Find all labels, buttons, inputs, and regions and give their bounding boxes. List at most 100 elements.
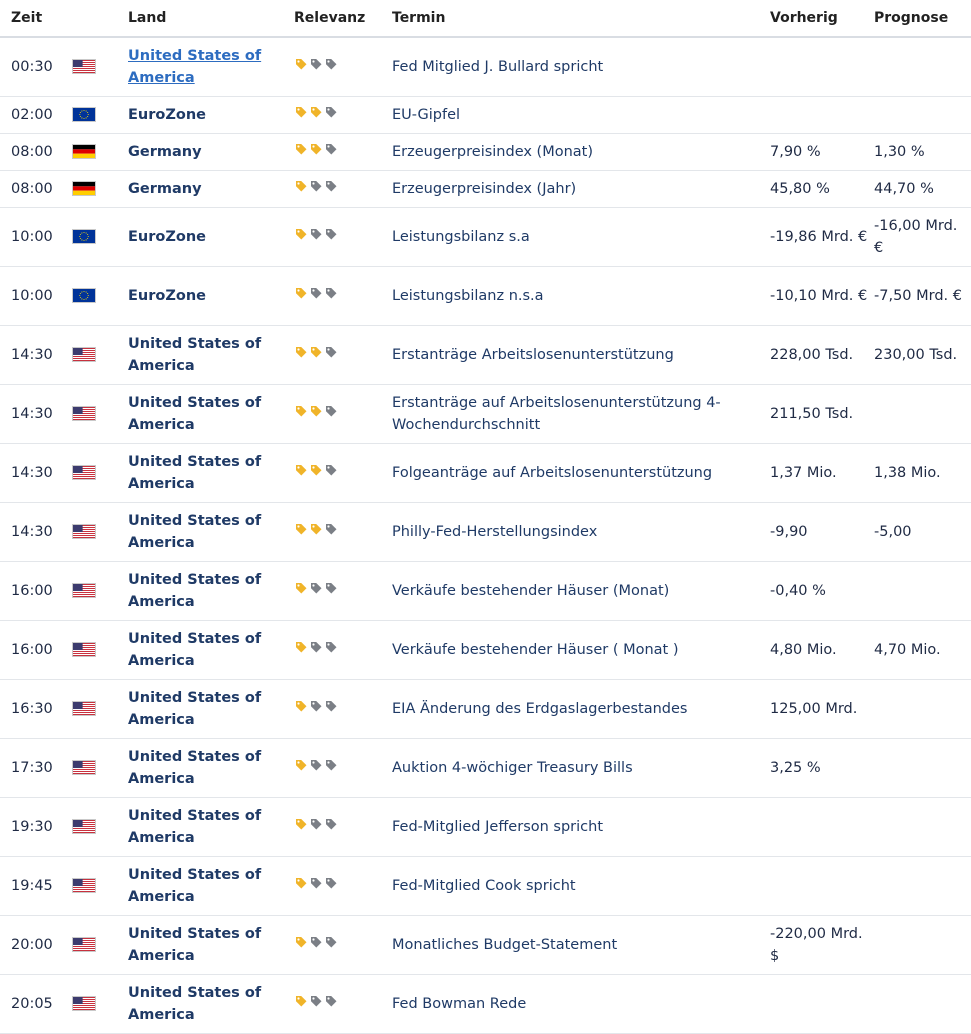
table-row[interactable]: 20:00 United States of America Monatliches… [0,915,971,975]
relevance-tag-icon [324,816,338,838]
row-flag-cell [72,384,128,444]
table-row[interactable]: 14:30 United States of America Erstanträge… [0,325,971,385]
row-event[interactable]: Erzeugerpreisindex (Monat) [392,133,770,171]
table-row[interactable]: 16:00 United States of America Verkäufe be… [0,561,971,621]
table-row[interactable]: 14:30 United States of America Erstanträge… [0,384,971,444]
row-country: United States of America [128,974,294,1034]
row-event[interactable]: EIA Änderung des Erdgaslagerbestandes [392,679,770,739]
table-row[interactable]: 10:00 EuroZone Leistungsbilanz n.s.a -10,10… [0,266,971,326]
row-forecast [874,738,971,798]
relevance-tag-icon [324,993,338,1015]
row-relevance [294,170,392,208]
table-row[interactable]: 16:00 United States of America Verkäufe be… [0,620,971,680]
table-row[interactable]: 20:05 United States of America Fed Bowman … [0,974,971,1034]
table-row[interactable]: 08:00 Germany Erzeugerpreisindex (Jahr) 45,… [0,170,971,208]
relevance-tag-icon [294,178,308,200]
row-flag-cell [72,170,128,208]
row-forecast [874,974,971,1034]
header-termin: Termin [392,0,770,38]
row-event[interactable]: Erstanträge auf Arbeitslosenunterstützun… [392,384,770,444]
row-forecast: -16,00 Mrd. € [874,207,971,267]
header-relevanz: Relevanz [294,0,392,38]
table-row[interactable]: 14:30 United States of America Philly-Fed-… [0,502,971,562]
row-event[interactable]: Erzeugerpreisindex (Jahr) [392,170,770,208]
row-previous: 228,00 Tsd. [770,325,874,385]
row-flag-cell [72,679,128,739]
row-time: 02:00 [0,96,72,134]
relevance-tag-icon [324,639,338,661]
row-forecast: 44,70 % [874,170,971,208]
row-forecast [874,915,971,975]
us-flag-icon [72,347,128,362]
row-country: United States of America [128,561,294,621]
relevance-tag-icon [324,934,338,956]
row-event[interactable]: Erstanträge Arbeitslosenunterstützung [392,325,770,385]
row-relevance [294,207,392,267]
row-relevance [294,443,392,503]
row-country: Germany [128,133,294,171]
row-event[interactable]: Verkäufe bestehender Häuser ( Monat ) [392,620,770,680]
row-previous: 125,00 Mrd. [770,679,874,739]
row-time: 14:30 [0,325,72,385]
row-event[interactable]: Fed Bowman Rede [392,974,770,1034]
row-forecast: 4,70 Mio. [874,620,971,680]
row-country: EuroZone [128,207,294,267]
table-row[interactable]: 14:30 United States of America Folgeanträg… [0,443,971,503]
relevance-tag-icon [294,56,308,78]
header-land: Land [128,0,294,38]
row-relevance [294,133,392,171]
row-country: United States of America [128,502,294,562]
row-relevance [294,974,392,1034]
row-event[interactable]: Fed-Mitglied Cook spricht [392,856,770,916]
row-country: EuroZone [128,266,294,326]
row-event[interactable]: Folgeanträge auf Arbeitslosenunterstützu… [392,443,770,503]
row-previous: 7,90 % [770,133,874,171]
table-row[interactable]: 00:30 United States of America Fed Mitglie… [0,37,971,97]
row-event[interactable]: Leistungsbilanz n.s.a [392,266,770,326]
relevance-tag-icon [309,403,323,425]
row-time: 19:45 [0,856,72,916]
row-time: 19:30 [0,797,72,857]
row-forecast: -5,00 [874,502,971,562]
row-relevance [294,679,392,739]
header-vorherig: Vorherig [770,0,874,38]
relevance-tag-icon [309,462,323,484]
row-previous: 45,80 % [770,170,874,208]
country-link[interactable]: United States of America [128,48,261,86]
table-row[interactable]: 16:30 United States of America EIA Änderun… [0,679,971,739]
row-relevance [294,266,392,326]
relevance-tag-icon [309,757,323,779]
eu-flag-icon [72,107,128,122]
us-flag-icon [72,878,128,893]
row-event[interactable]: Fed Mitglied J. Bullard spricht [392,37,770,97]
relevance-tag-icon [294,993,308,1015]
row-event[interactable]: Philly-Fed-Herstellungsindex [392,502,770,562]
us-flag-icon [72,59,128,75]
table-row[interactable]: 08:00 Germany Erzeugerpreisindex (Monat) 7,… [0,133,971,171]
row-flag-cell [72,915,128,975]
table-row[interactable]: 02:00 EuroZone EU-Gipfel [0,96,971,134]
relevance-tag-icon [324,521,338,543]
relevance-tag-icon [309,521,323,543]
row-event[interactable]: Leistungsbilanz s.a [392,207,770,267]
relevance-tag-icon [324,698,338,720]
row-relevance [294,325,392,385]
table-row[interactable]: 17:30 United States of America Auktion 4-w… [0,738,971,798]
row-relevance [294,96,392,134]
table-row[interactable]: 19:30 United States of America Fed-Mitglie… [0,797,971,857]
row-country[interactable]: United States of America [128,37,294,97]
row-event[interactable]: Verkäufe bestehender Häuser (Monat) [392,561,770,621]
table-row[interactable]: 10:00 EuroZone Leistungsbilanz s.a -19,86 M… [0,207,971,267]
row-event[interactable]: Fed-Mitglied Jefferson spricht [392,797,770,857]
eu-flag-icon [72,229,128,244]
table-row[interactable]: 19:45 United States of America Fed-Mitglie… [0,856,971,916]
row-flag-cell [72,443,128,503]
row-forecast [874,797,971,857]
row-event[interactable]: Auktion 4-wöchiger Treasury Bills [392,738,770,798]
row-previous: -220,00 Mrd. $ [770,915,874,975]
row-event[interactable]: EU-Gipfel [392,96,770,134]
row-event[interactable]: Monatliches Budget-Statement [392,915,770,975]
relevance-tag-icon [294,285,308,307]
relevance-tag-icon [324,462,338,484]
row-country: United States of America [128,856,294,916]
